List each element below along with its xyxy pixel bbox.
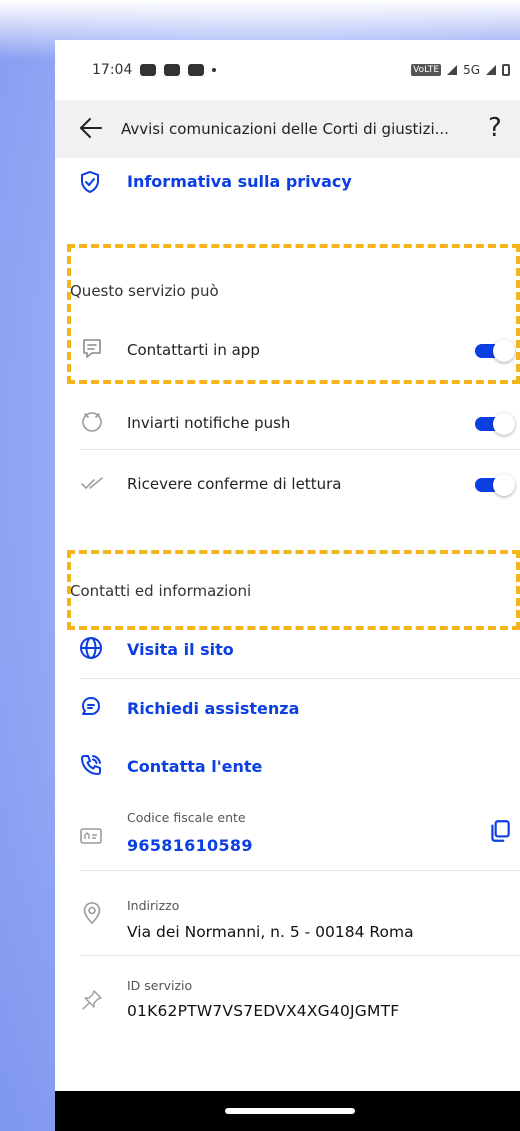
back-arrow-icon[interactable] bbox=[77, 114, 105, 142]
service-id-value: 01K62PTW7VS7EDVX4XG40JGMTF bbox=[127, 1002, 400, 1020]
contact-entity-link[interactable]: Contatta l'ente bbox=[55, 744, 520, 794]
more-notifications-icon bbox=[212, 68, 217, 72]
network-type: 5G bbox=[463, 63, 480, 77]
divider bbox=[80, 678, 520, 679]
highlight-box-permissions bbox=[67, 244, 520, 384]
service-id-label: ID servizio bbox=[127, 978, 193, 993]
app-header: Avvisi comunicazioni delle Corti di gius… bbox=[55, 100, 520, 158]
service-id-item: ID servizio 01K62PTW7VS7EDVX4XG40JGMTF bbox=[55, 962, 520, 1042]
link-label: Visita il sito bbox=[127, 640, 234, 659]
visit-site-link[interactable]: Visita il sito bbox=[55, 628, 520, 678]
push-toggle[interactable] bbox=[475, 413, 515, 435]
help-icon[interactable]: ? bbox=[488, 112, 512, 144]
battery-icon bbox=[502, 64, 510, 76]
globe-icon bbox=[80, 637, 102, 659]
pin-icon bbox=[82, 990, 102, 1010]
bell-icon bbox=[82, 412, 102, 432]
permission-item-push: Inviarti notifiche push bbox=[55, 394, 520, 454]
permission-label: Inviarti notifiche push bbox=[127, 414, 291, 432]
divider bbox=[80, 955, 520, 956]
notification-icon bbox=[140, 64, 157, 76]
notification-icon bbox=[164, 64, 181, 76]
status-bar: 17:04 VoLTE 5G bbox=[55, 40, 520, 100]
privacy-link[interactable]: Informativa sulla privacy bbox=[55, 158, 520, 208]
phone-icon bbox=[81, 755, 101, 775]
signal-icon bbox=[486, 65, 496, 75]
fiscal-code-item: Codice fiscale ente 96581610589 bbox=[55, 802, 520, 870]
fiscal-code-label: Codice fiscale ente bbox=[127, 810, 246, 825]
highlight-box-contacts bbox=[67, 550, 520, 630]
privacy-label: Informativa sulla privacy bbox=[127, 172, 352, 191]
home-handle[interactable] bbox=[225, 1108, 355, 1114]
request-assistance-link[interactable]: Richiedi assistenza bbox=[55, 686, 520, 736]
shield-check-icon bbox=[81, 170, 99, 194]
address-item: Indirizzo Via dei Normanni, n. 5 - 00184… bbox=[55, 876, 520, 956]
status-time: 17:04 bbox=[92, 62, 133, 78]
fiscal-code-value: 96581610589 bbox=[127, 836, 253, 855]
double-check-icon bbox=[81, 477, 103, 489]
notification-icon bbox=[188, 64, 205, 76]
system-navigation-bar bbox=[55, 1091, 520, 1131]
link-label: Richiedi assistenza bbox=[127, 699, 300, 718]
location-pin-icon bbox=[83, 902, 101, 925]
link-label: Contatta l'ente bbox=[127, 757, 263, 776]
permission-label: Ricevere conferme di lettura bbox=[127, 475, 342, 493]
id-card-icon bbox=[80, 828, 102, 844]
address-value: Via dei Normanni, n. 5 - 00184 Roma bbox=[127, 923, 414, 941]
divider bbox=[80, 870, 520, 871]
permission-item-read-receipts: Ricevere conferme di lettura bbox=[55, 455, 520, 515]
chat-help-icon bbox=[82, 697, 100, 715]
address-label: Indirizzo bbox=[127, 898, 180, 913]
signal-icon bbox=[447, 65, 458, 75]
copy-icon[interactable] bbox=[487, 818, 513, 844]
volte-icon: VoLTE bbox=[411, 64, 442, 76]
divider bbox=[80, 449, 520, 450]
read-receipts-toggle[interactable] bbox=[475, 474, 515, 496]
page-title: Avvisi comunicazioni delle Corti di gius… bbox=[121, 120, 449, 138]
